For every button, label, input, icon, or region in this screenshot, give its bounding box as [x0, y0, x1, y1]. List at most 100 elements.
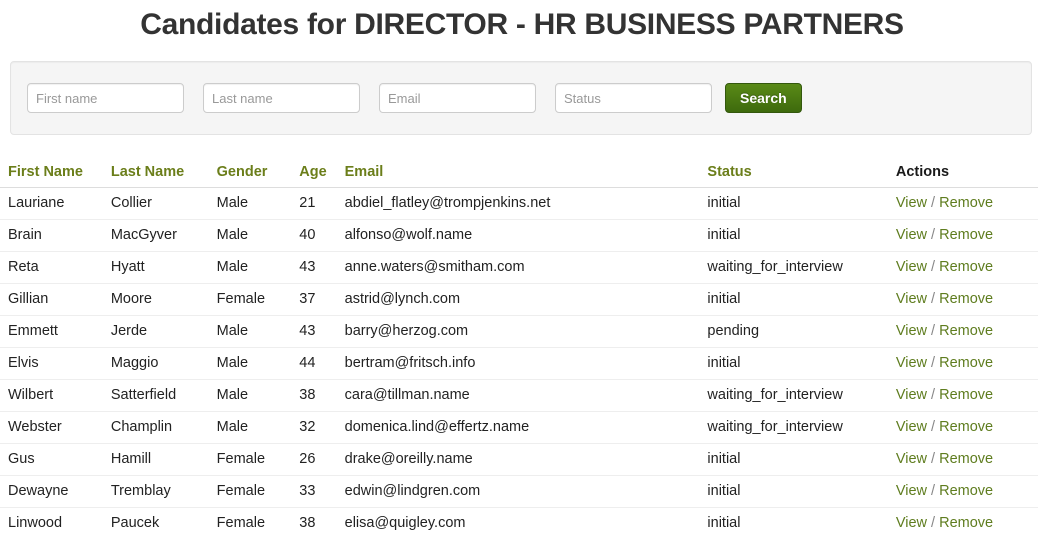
cell-status: initial: [707, 507, 896, 539]
cell-first-name: Gus: [0, 443, 111, 476]
cell-last-name: Champlin: [110, 411, 217, 444]
cell-actions: View / Remove: [895, 347, 1038, 380]
cell-actions: View / Remove: [895, 283, 1038, 316]
last-name-input[interactable]: [203, 83, 360, 113]
view-link[interactable]: View: [896, 483, 927, 499]
table-header: First Name Last Name Gender Age Email St…: [0, 160, 1038, 188]
cell-last-name: Hyatt: [110, 251, 217, 284]
status-input[interactable]: [555, 83, 712, 113]
cell-actions: View / Remove: [895, 443, 1038, 476]
search-panel: Search: [10, 61, 1032, 135]
cell-email: drake@oreilly.name: [344, 443, 708, 476]
cell-gender: Male: [216, 251, 300, 284]
search-button[interactable]: Search: [725, 83, 802, 113]
view-link[interactable]: View: [896, 387, 927, 403]
cell-first-name: Linwood: [0, 507, 111, 539]
cell-age: 38: [299, 379, 345, 412]
cell-last-name: Maggio: [110, 347, 217, 380]
cell-gender: Female: [216, 283, 300, 316]
cell-age: 40: [299, 219, 345, 252]
cell-first-name: Elvis: [0, 347, 111, 380]
table-body: Lauriane Collier Male 21 abdiel_flatley@trom…: [0, 188, 1038, 539]
cell-last-name: Tremblay: [110, 475, 217, 508]
remove-link[interactable]: Remove: [939, 483, 993, 499]
view-link[interactable]: View: [896, 355, 927, 371]
cell-email: alfonso@wolf.name: [344, 219, 708, 252]
remove-link[interactable]: Remove: [939, 451, 993, 467]
cell-last-name: MacGyver: [110, 219, 217, 252]
cell-first-name: Emmett: [0, 315, 111, 348]
cell-age: 33: [299, 475, 345, 508]
remove-link[interactable]: Remove: [939, 291, 993, 307]
view-link[interactable]: View: [896, 227, 927, 243]
cell-first-name: Gillian: [0, 283, 111, 316]
table-row: Webster Champlin Male 32 domenica.lind@effer…: [0, 411, 1038, 444]
cell-age: 21: [299, 195, 316, 211]
remove-link[interactable]: Remove: [939, 195, 993, 211]
column-header-actions: Actions: [895, 160, 1038, 188]
cell-status: initial: [707, 195, 741, 211]
candidates-table: First Name Last Name Gender Age Email St…: [0, 160, 1038, 539]
cell-status: waiting_for_interview: [707, 411, 896, 444]
action-separator: /: [927, 355, 940, 371]
remove-link[interactable]: Remove: [939, 387, 993, 403]
view-link[interactable]: View: [896, 323, 927, 339]
remove-link[interactable]: Remove: [939, 259, 993, 275]
action-separator: /: [927, 451, 940, 467]
column-header-email: Email: [344, 160, 708, 188]
cell-actions: View / Remove: [896, 188, 1038, 220]
cell-last-name: Paucek: [110, 507, 217, 539]
cell-age: 43: [299, 315, 345, 348]
cell-age: 43: [299, 251, 345, 284]
action-separator: /: [927, 515, 940, 531]
cell-actions: View / Remove: [895, 379, 1038, 412]
remove-link[interactable]: Remove: [939, 323, 993, 339]
action-separator: /: [927, 419, 940, 435]
table-row: Elvis Maggio Male 44 bertram@fritsch.info ini…: [0, 347, 1038, 380]
cell-email: cara@tillman.name: [344, 379, 708, 412]
view-link[interactable]: View: [896, 451, 927, 467]
cell-actions: View / Remove: [895, 411, 1038, 444]
email-input[interactable]: [379, 83, 536, 113]
table-row: Lauriane Collier Male 21 abdiel_flatley@trom…: [0, 188, 1038, 220]
action-separator: /: [927, 323, 940, 339]
column-header-gender: Gender: [216, 160, 300, 188]
cell-gender: Male: [216, 379, 300, 412]
remove-link[interactable]: Remove: [939, 355, 993, 371]
view-link[interactable]: View: [896, 515, 927, 531]
view-link[interactable]: View: [896, 259, 927, 275]
table-row: Linwood Paucek Female 38 elisa@quigley.com in…: [0, 507, 1038, 539]
remove-link[interactable]: Remove: [939, 515, 993, 531]
cell-email: barry@herzog.com: [344, 315, 708, 348]
cell-gender: Female: [216, 507, 300, 539]
page-title: Candidates for DIRECTOR - HR BUSINESS PA…: [140, 8, 904, 41]
cell-email: anne.waters@smitham.com: [344, 251, 708, 284]
view-link[interactable]: View: [896, 419, 927, 435]
cell-age: 37: [299, 283, 345, 316]
cell-gender: Female: [216, 443, 300, 476]
remove-link[interactable]: Remove: [939, 419, 993, 435]
cell-last-name: Moore: [110, 283, 217, 316]
table-row: Reta Hyatt Male 43 anne.waters@smitham.com wa…: [0, 251, 1038, 284]
view-link[interactable]: View: [896, 195, 927, 211]
cell-age: 38: [299, 507, 345, 539]
cell-email: edwin@lindgren.com: [344, 475, 708, 508]
action-separator: /: [927, 227, 940, 243]
cell-first-name: Webster: [0, 411, 111, 444]
cell-status: waiting_for_interview: [707, 379, 896, 412]
cell-age: 32: [299, 411, 345, 444]
view-link[interactable]: View: [896, 291, 927, 307]
table-row: Emmett Jerde Male 43 barry@herzog.com pending…: [0, 315, 1038, 348]
action-separator: /: [927, 195, 940, 211]
action-separator: /: [927, 483, 940, 499]
cell-gender: Male: [216, 315, 300, 348]
action-separator: /: [927, 291, 940, 307]
cell-first-name: Brain: [0, 219, 111, 252]
first-name-input[interactable]: [27, 83, 184, 113]
remove-link[interactable]: Remove: [939, 227, 993, 243]
cell-last-name: Jerde: [110, 315, 217, 348]
column-header-first-name: First Name: [0, 160, 111, 188]
cell-status: initial: [707, 475, 896, 508]
cell-last-name: Hamill: [110, 443, 217, 476]
cell-actions: View / Remove: [895, 251, 1038, 284]
